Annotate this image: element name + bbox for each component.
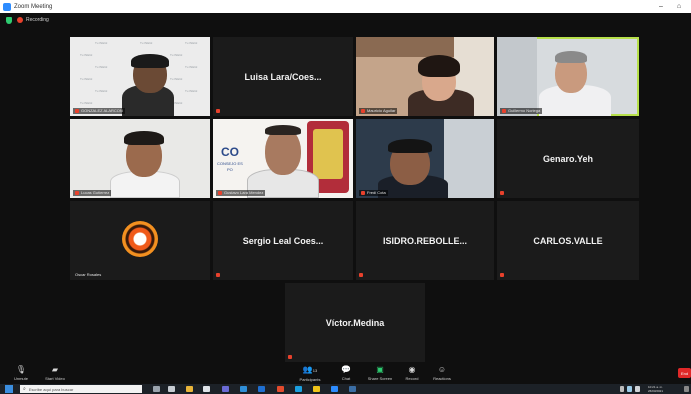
search-icon: ⌕ <box>23 386 26 392</box>
muted-mic-icon <box>216 109 220 113</box>
participant-name-label: Oscar Rosales <box>75 272 102 277</box>
edge-icon[interactable] <box>258 386 265 392</box>
participants-button[interactable]: 👥13 Participants <box>293 362 327 384</box>
office-icon[interactable] <box>277 386 284 392</box>
participant-video <box>497 37 537 116</box>
window-title: Zoom Meeting <box>14 3 53 10</box>
chrome-icon[interactable] <box>313 386 320 392</box>
muted-mic-icon <box>359 273 363 277</box>
coat-of-arms-icon <box>313 129 343 179</box>
taskbar-clock[interactable]: 10:21 a. m. 26/03/2021 <box>648 385 663 393</box>
participant-name: Genaro.Yeh <box>542 153 594 164</box>
participant-video: CO <box>221 145 239 159</box>
muted-mic-icon <box>502 108 506 113</box>
participant-tile-8[interactable]: Genaro.Yeh <box>497 119 639 198</box>
zoom-taskbar-icon[interactable] <box>331 386 338 392</box>
participant-tile-7[interactable]: Fredi Cota <box>356 119 494 198</box>
participant-name: Víctor.Medina <box>325 317 385 328</box>
participant-name-label: Lucas Gutierrez <box>73 190 112 196</box>
participant-name-label: Guillermo Noriega <box>500 108 543 114</box>
title-bar: Zoom Meeting – ⌂ <box>0 0 691 13</box>
share-screen-button[interactable]: ▣ Share Screen <box>364 362 396 384</box>
participant-tile-13[interactable]: Víctor.Medina <box>285 283 425 362</box>
muted-mic-icon <box>218 190 222 195</box>
participant-tile-1[interactable]: Tu INEGI Tu INEGI Tu INEGI Tu INEGI Tu I… <box>70 37 210 116</box>
minimize-button[interactable]: – <box>655 0 667 13</box>
muted-mic-icon <box>500 273 504 277</box>
windows-start-icon[interactable] <box>5 385 13 393</box>
taskbar-search-input[interactable]: ⌕ Escribe aquí para buscar <box>20 385 142 393</box>
muted-mic-icon <box>361 190 365 195</box>
word-icon[interactable] <box>349 386 356 392</box>
cortana-icon[interactable] <box>153 386 160 392</box>
participant-video <box>444 119 494 198</box>
chat-button[interactable]: 💬 Chat <box>334 362 358 384</box>
recording-icon <box>17 17 23 23</box>
muted-mic-icon <box>75 190 79 195</box>
task-view-icon[interactable] <box>168 386 175 392</box>
muted-mic-icon <box>361 108 365 113</box>
muted-microphone-icon: 🎙 <box>15 365 27 374</box>
network-icon[interactable] <box>627 386 632 392</box>
participant-video <box>124 131 164 145</box>
recording-bar: Recording <box>0 13 691 27</box>
file-explorer-icon[interactable] <box>186 386 193 392</box>
meeting-controls: 🎙 Unmute ▰ Start Video 👥13 Participants … <box>0 362 691 384</box>
store-icon[interactable] <box>203 386 210 392</box>
participant-video <box>555 51 587 63</box>
record-button[interactable]: ◉ Record <box>400 362 424 384</box>
participant-name: Sergio Leal Coes... <box>242 235 324 246</box>
restore-button[interactable]: ⌂ <box>673 0 685 13</box>
tray-chevron-icon[interactable] <box>620 386 624 392</box>
chat-icon: 💬 <box>341 365 351 374</box>
share-screen-icon: ▣ <box>376 365 384 374</box>
participants-icon: 👥13 <box>302 364 318 374</box>
security-shield-icon[interactable] <box>6 16 12 24</box>
participant-video: PO <box>227 167 233 172</box>
participant-video <box>388 139 432 153</box>
zoom-window: Zoom Meeting – ⌂ Recording Tu INEGI Tu I… <box>0 0 691 394</box>
windows-taskbar: ⌕ Escribe aquí para buscar <box>0 384 691 394</box>
notification-icon[interactable] <box>684 386 689 392</box>
participant-video <box>418 55 460 77</box>
participant-name-label: Fredi Cota <box>359 190 388 196</box>
clock-date: 26/03/2021 <box>648 389 664 393</box>
participant-tile-11[interactable]: ISIDRO.REBOLLE... <box>356 201 494 280</box>
participant-name: CARLOS.VALLE <box>533 235 603 246</box>
participant-video <box>265 125 301 135</box>
end-meeting-button[interactable]: End <box>678 368 691 378</box>
participant-name-label: Mauricio Aguilar <box>359 108 398 114</box>
teams-icon[interactable] <box>222 386 229 392</box>
start-video-button[interactable]: ▰ Start Video <box>40 362 70 384</box>
recording-label[interactable]: Recording <box>26 17 49 23</box>
record-icon: ◉ <box>408 365 416 374</box>
participant-video <box>131 54 169 68</box>
participant-name-label: GONZALEZ ALARCON <box>73 108 125 114</box>
participant-tile-4-active-speaker[interactable]: Guillermo Noriega <box>497 37 639 116</box>
participant-avatar-logo-icon <box>122 221 158 257</box>
muted-mic-icon <box>216 273 220 277</box>
muted-mic-icon <box>288 355 292 359</box>
zoom-logo-icon <box>3 2 11 11</box>
unmute-button[interactable]: 🎙 Unmute <box>8 362 34 384</box>
participant-name: ISIDRO.REBOLLE... <box>382 235 467 246</box>
video-off-icon: ▰ <box>51 365 59 374</box>
participant-tile-2[interactable]: Luisa Lara/Coes... <box>213 37 353 116</box>
muted-mic-icon <box>500 191 504 195</box>
volume-icon[interactable] <box>635 386 640 392</box>
participant-tile-6[interactable]: CO CONSEJO ES PO Gustavo Lara Mendez <box>213 119 353 198</box>
participant-video: CONSEJO ES <box>217 161 243 166</box>
participant-tile-3[interactable]: Mauricio Aguilar <box>356 37 494 116</box>
participant-tile-10[interactable]: Sergio Leal Coes... <box>213 201 353 280</box>
participant-name-label: Gustavo Lara Mendez <box>216 190 266 196</box>
participant-tile-9[interactable]: Oscar Rosales <box>70 201 210 280</box>
reactions-button[interactable]: ☺ Reactions <box>428 362 456 384</box>
muted-mic-icon <box>75 108 79 113</box>
participant-tile-5[interactable]: Lucas Gutierrez <box>70 119 210 198</box>
participant-name: Luisa Lara/Coes... <box>244 71 322 82</box>
vscode-icon[interactable] <box>240 386 247 392</box>
outlook-icon[interactable] <box>295 386 302 392</box>
reactions-icon: ☺ <box>437 365 447 374</box>
participant-tile-12[interactable]: CARLOS.VALLE <box>497 201 639 280</box>
